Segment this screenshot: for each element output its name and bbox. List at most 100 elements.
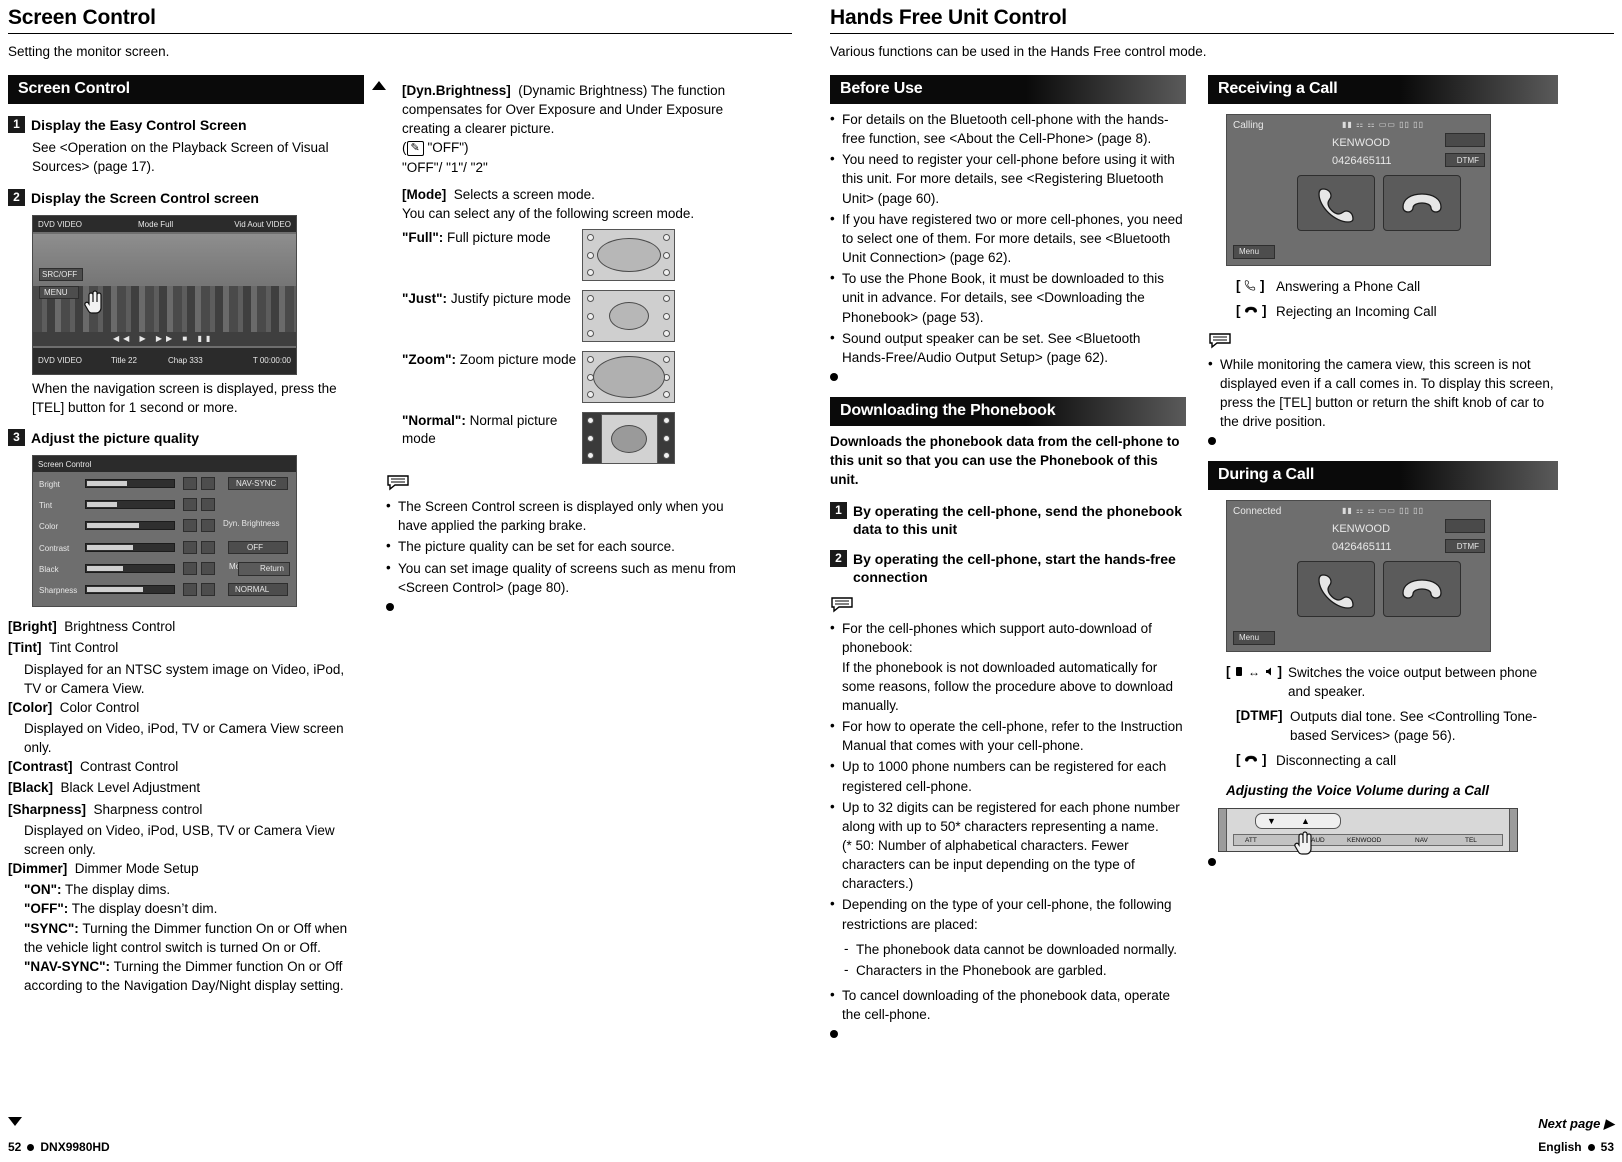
page-continuation-arrow bbox=[8, 1117, 22, 1126]
answer-call-item: [ ] Answering a Phone Call bbox=[1236, 278, 1558, 297]
def-color: [Color] Color Control bbox=[8, 698, 364, 717]
ss1-menu-label: MENU bbox=[44, 287, 68, 297]
ss2-row-2-name: Color bbox=[39, 522, 59, 532]
dimmer-navsync-key: "NAV-SYNC": bbox=[24, 958, 111, 974]
before-use-end-marker bbox=[830, 373, 838, 382]
phone-hangup-icon bbox=[1245, 755, 1258, 762]
phonebook-restriction-2: Characters in the Phonebook are garbled. bbox=[844, 960, 1186, 980]
ss3-status-icons: ▮▮ ⚏ ⚏ ▭▭ ▯▯ ▯▯ bbox=[1342, 120, 1424, 129]
disconnect-item: [ ] Disconnecting a call bbox=[1236, 752, 1558, 771]
faceplate-label-tel: TEL bbox=[1465, 837, 1477, 845]
dyn-brightness-paren: (Dynamic Brightness) bbox=[518, 83, 648, 98]
ss2-title: Screen Control bbox=[38, 460, 92, 470]
ss2-return-label: Return bbox=[259, 564, 284, 574]
receiving-note-1: While monitoring the camera view, this s… bbox=[1208, 354, 1558, 432]
next-page-link[interactable]: Next page ▶ bbox=[1538, 1116, 1614, 1132]
step-2-label: Display the Screen Control screen bbox=[31, 189, 259, 206]
def-contrast-key: [Contrast] bbox=[8, 759, 73, 775]
next-page-label: Next page bbox=[1538, 1116, 1601, 1131]
pen-icon: ✎ bbox=[406, 141, 424, 157]
ss3-swap-button bbox=[1445, 133, 1485, 147]
ss2-row-5-right: NORMAL bbox=[235, 585, 270, 595]
mode-sub: You can select any of the following scre… bbox=[402, 205, 695, 221]
mode-just-thumbnail bbox=[582, 290, 675, 343]
reject-call-label: Rejecting an Incoming Call bbox=[1276, 303, 1437, 319]
screen-control-section-header: Screen Control bbox=[8, 75, 364, 104]
def-dimmer-key: [Dimmer] bbox=[8, 861, 68, 877]
hand-cursor-icon bbox=[84, 290, 102, 314]
before-use-bullet-5: Sound output speaker can be set. See <Bl… bbox=[830, 328, 1186, 367]
before-use-bullet-4: To use the Phone Book, it must be downlo… bbox=[830, 268, 1186, 326]
dyn-brightness-values-1: "OFF") bbox=[427, 140, 469, 156]
voice-output-icon-bracket: [ ↔ ] bbox=[1226, 664, 1283, 680]
mode-option-full: "Full": Full picture mode bbox=[402, 229, 736, 282]
right-col-2: Receiving a Call Calling ▮▮ ⚏ ⚏ ▭▭ ▯▯ ▯▯… bbox=[1208, 75, 1558, 1038]
screen-control-notes: The Screen Control screen is displayed o… bbox=[386, 496, 736, 597]
phonebook-step-1-label: By operating the cell-phone, send the ph… bbox=[853, 502, 1183, 537]
phonebook-note-6: To cancel downloading of the phonebook d… bbox=[830, 985, 1186, 1024]
dimmer-option-sync: "SYNC": Turning the Dimmer function On o… bbox=[24, 919, 364, 957]
screen-mode-options: "Full": Full picture mode "Just": Justif… bbox=[402, 229, 736, 465]
during-call-screenshot: Connected ▮▮ ⚏ ⚏ ▭▭ ▯▯ ▯▯ KENWOOD 042646… bbox=[1226, 500, 1491, 653]
during-call-end-marker bbox=[1208, 858, 1216, 867]
right-page: Hands Free Unit Control Various function… bbox=[822, 0, 1622, 1162]
dimmer-option-off: "OFF": The display doesn’t dim. bbox=[24, 899, 364, 918]
def-sharpness: [Sharpness] Sharpness control bbox=[8, 800, 364, 819]
receiving-notes: While monitoring the camera view, this s… bbox=[1208, 354, 1558, 432]
ss4-swap-button bbox=[1445, 519, 1485, 534]
mode-val: Selects a screen mode. bbox=[453, 186, 595, 202]
left-footer-model: DNX9980HD bbox=[40, 1140, 110, 1154]
right-columns: Before Use For details on the Bluetooth … bbox=[830, 75, 1614, 1039]
phone-hangup-icon bbox=[1245, 306, 1258, 313]
ss3-dtmf-label: DTMF bbox=[1456, 156, 1479, 165]
phonebook-note-icon bbox=[830, 596, 854, 613]
phonebook-note-5: Depending on the type of your cell-phone… bbox=[830, 894, 1186, 933]
footer-dot-left bbox=[27, 1143, 35, 1151]
def-sharpness-sub: Displayed on Video, iPod, USB, TV or Cam… bbox=[24, 822, 335, 857]
answer-call-icon-bracket: [ ] bbox=[1236, 278, 1265, 293]
phonebook-step-1-number: 1 bbox=[830, 501, 847, 519]
disconnect-icon-bracket: [ ] bbox=[1236, 751, 1267, 767]
phonebook-step-2: 2 By operating the cell-phone, start the… bbox=[830, 549, 1186, 586]
phone-small-icon bbox=[1236, 667, 1243, 677]
def-bright-val: Brightness Control bbox=[64, 619, 176, 635]
mode-normal-key: "Normal": bbox=[402, 413, 466, 429]
def-color-val: Color Control bbox=[59, 699, 140, 715]
speaker-small-icon bbox=[1265, 667, 1271, 676]
ss2-row-5-name: Sharpness bbox=[39, 586, 78, 596]
phone-handset-icon bbox=[1318, 574, 1354, 610]
phonebook-restrictions: The phonebook data cannot be downloaded … bbox=[844, 939, 1186, 980]
dimmer-option-navsync: "NAV-SYNC": Turning the Dimmer function … bbox=[24, 957, 364, 995]
dyn-brightness-def: [Dyn.Brightness] (Dynamic Brightness) Th… bbox=[402, 81, 736, 138]
receiving-call-screenshot: Calling ▮▮ ⚏ ⚏ ▭▭ ▯▯ ▯▯ KENWOOD 04264651… bbox=[1226, 114, 1491, 266]
before-use-bullets: For details on the Bluetooth cell-phone … bbox=[830, 109, 1186, 367]
ss4-brand: KENWOOD bbox=[1332, 523, 1391, 536]
ss2-row-2-right: Dyn. Brightness bbox=[223, 519, 280, 529]
step-1-body: See <Operation on the Playback Screen of… bbox=[32, 140, 329, 175]
dyn-brightness-values-2: "OFF"/ "1"/ "2" bbox=[402, 159, 488, 175]
def-black-val: Black Level Adjustment bbox=[60, 780, 201, 796]
right-footer-lang: English bbox=[1538, 1140, 1582, 1154]
def-bright: [Bright] Brightness Control bbox=[8, 617, 364, 636]
phonebook-step-2-number: 2 bbox=[830, 549, 847, 567]
mode-normal-label: "Normal": Normal picture mode bbox=[402, 412, 582, 448]
phone-handset-icon bbox=[1318, 188, 1354, 223]
ss2-row-3-name: Contrast bbox=[39, 544, 70, 554]
mode-zoom-thumbnail bbox=[582, 351, 675, 404]
before-use-bullet-3: If you have registered two or more cell-… bbox=[830, 209, 1186, 267]
before-use-header: Before Use bbox=[830, 75, 1186, 104]
mode-full-thumbnail bbox=[582, 229, 675, 282]
step-3-number: 3 bbox=[8, 429, 25, 446]
answer-call-label: Answering a Phone Call bbox=[1276, 279, 1421, 294]
ss2-row-1-name: Tint bbox=[39, 501, 53, 511]
right-page-footer: English 53 bbox=[1538, 1140, 1614, 1154]
ss2-row-0-right: NAV-SYNC bbox=[236, 479, 277, 489]
ss3-brand: KENWOOD bbox=[1332, 137, 1391, 149]
reject-call-item: [ ] Rejecting an Incoming Call bbox=[1236, 303, 1558, 322]
mode-option-normal: "Normal": Normal picture mode bbox=[402, 412, 736, 465]
mode-full-text: Full picture mode bbox=[443, 230, 551, 246]
during-call-header: During a Call bbox=[1208, 461, 1558, 491]
step-2-body: When the navigation screen is displayed,… bbox=[32, 380, 337, 415]
mode-just-text: Justify picture mode bbox=[447, 291, 571, 307]
mode-zoom-text: Zoom picture mode bbox=[456, 352, 577, 368]
